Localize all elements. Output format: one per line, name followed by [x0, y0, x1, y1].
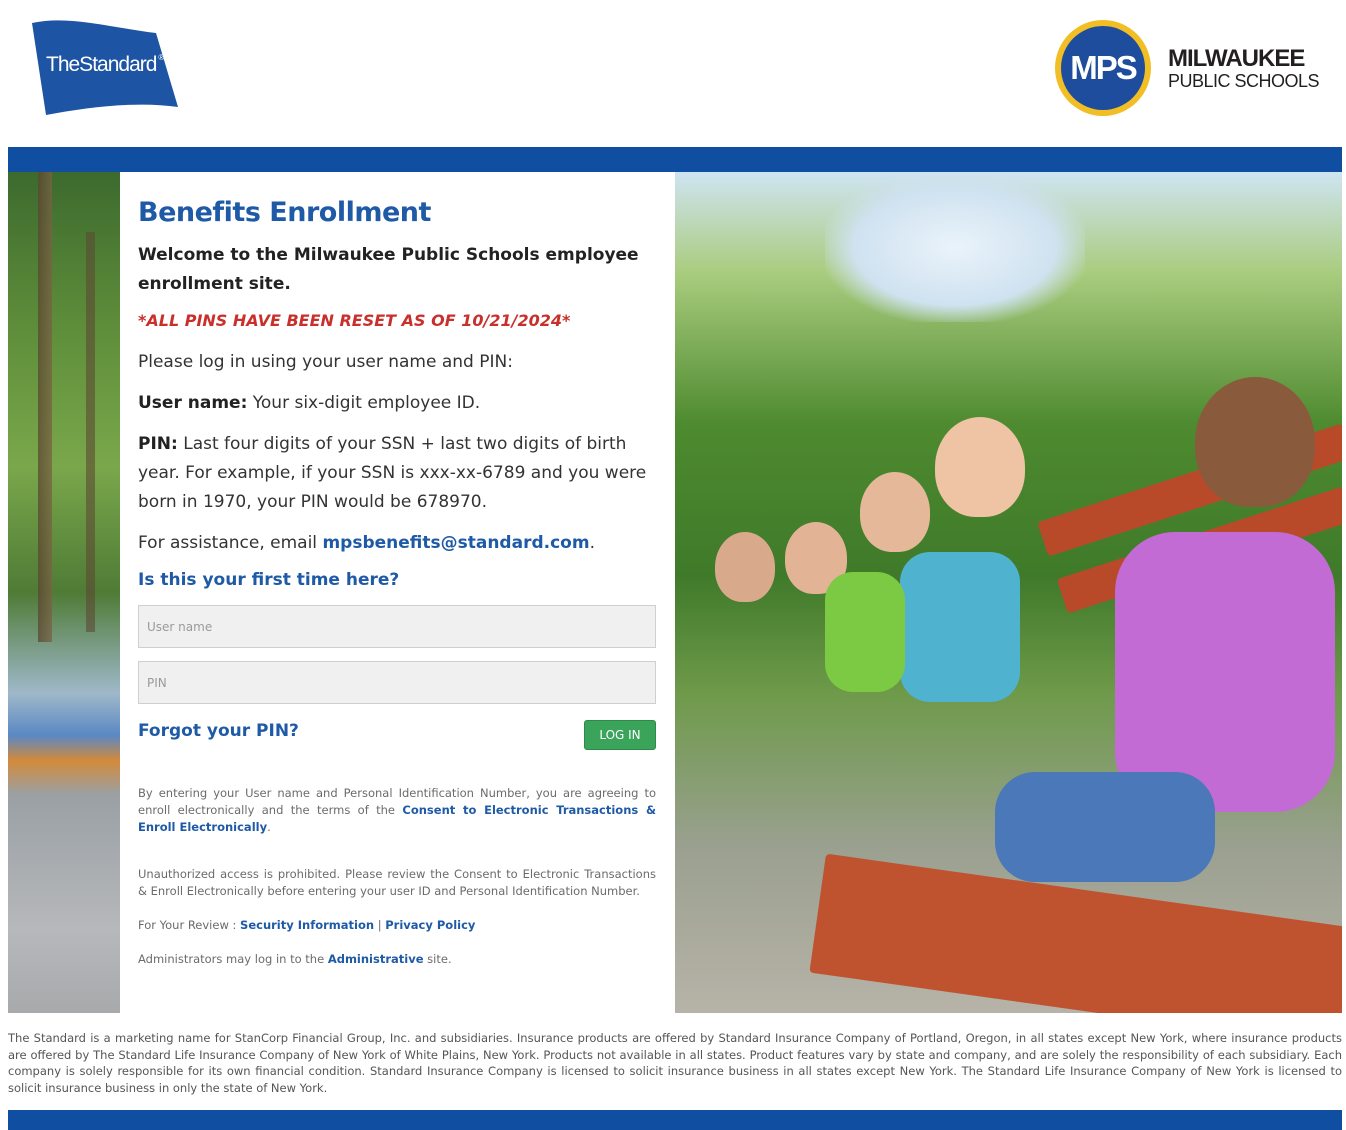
- tree-trunk: [38, 172, 52, 642]
- assistance-text: For assistance, email mpsbenefits@standa…: [138, 529, 656, 558]
- child-figure: [935, 417, 1025, 517]
- child-figure: [1195, 377, 1315, 507]
- unauthorized-notice: Unauthorized access is prohibited. Pleas…: [138, 867, 656, 898]
- admin-suffix: site.: [423, 952, 452, 966]
- mps-logo-text: MPS: [1061, 26, 1145, 110]
- child-shirt: [900, 552, 1020, 702]
- child-figure: [715, 532, 775, 602]
- review-prefix: For Your Review :: [138, 918, 241, 932]
- enrollment-panel: Benefits Enrollment Welcome to the Milwa…: [120, 172, 675, 1013]
- header: TheStandard ® MPS MILWAUKEE PUBLIC SCHOOL…: [8, 0, 1342, 147]
- first-time-link[interactable]: Is this your first time here?: [138, 570, 656, 590]
- admin-text: Administrators may log in to the Adminis…: [138, 951, 656, 968]
- link-separator: |: [374, 918, 386, 932]
- top-brand-bar: [8, 147, 1342, 172]
- pin-reset-notice: *ALL PINS HAVE BEEN RESET AS OF 10/21/20…: [138, 311, 571, 330]
- child-shirt: [825, 572, 905, 692]
- tree-trunk: [86, 232, 95, 632]
- login-button[interactable]: LOG IN: [584, 720, 656, 750]
- child-shorts: [995, 772, 1215, 882]
- park-photo-left: [8, 172, 120, 1013]
- pin-input[interactable]: [138, 661, 656, 704]
- security-information-link[interactable]: Security Information: [240, 918, 374, 932]
- username-description: Your six-digit employee ID.: [247, 393, 481, 413]
- username-instructions: User name: Your six-digit employee ID.: [138, 389, 656, 418]
- assistance-suffix: .: [589, 533, 595, 553]
- agreement-suffix: .: [267, 820, 271, 834]
- admin-prefix: Administrators may log in to the: [138, 952, 328, 966]
- login-row: Forgot your PIN? LOG IN: [138, 718, 656, 762]
- main-section: Benefits Enrollment Welcome to the Milwa…: [8, 172, 1342, 1013]
- privacy-policy-link[interactable]: Privacy Policy: [385, 918, 475, 932]
- the-standard-logo-text: TheStandard ®: [46, 53, 164, 76]
- login-intro: Please log in using your user name and P…: [138, 352, 513, 372]
- pin-label: PIN:: [138, 434, 178, 454]
- mps-name-line2: PUBLIC SCHOOLS: [1168, 71, 1320, 91]
- pin-description: Last four digits of your SSN + last two …: [138, 434, 647, 512]
- the-standard-logo: TheStandard ®: [28, 15, 183, 117]
- administrative-link[interactable]: Administrative: [328, 952, 424, 966]
- welcome-message: Welcome to the Milwaukee Public Schools …: [138, 245, 639, 294]
- child-shirt: [1115, 532, 1335, 812]
- enrollment-content: Benefits Enrollment Welcome to the Milwa…: [138, 197, 656, 968]
- pin-instructions: PIN: Last four digits of your SSN + last…: [138, 430, 656, 517]
- forgot-pin-link[interactable]: Forgot your PIN?: [138, 721, 299, 741]
- assistance-email-link[interactable]: mpsbenefits@standard.com: [322, 533, 589, 553]
- children-on-bench-photo: [675, 172, 1342, 1013]
- agreement-text: By entering your User name and Personal …: [138, 785, 656, 836]
- milwaukee-public-schools-name: MILWAUKEE PUBLIC SCHOOLS: [1168, 45, 1320, 92]
- username-label: User name:: [138, 393, 248, 413]
- page-title: Benefits Enrollment: [138, 197, 431, 228]
- bottom-brand-bar: [8, 1110, 1342, 1130]
- page-frame: TheStandard ® MPS MILWAUKEE PUBLIC SCHOOL…: [8, 0, 1342, 1130]
- review-links: For Your Review : Security Information |…: [138, 917, 656, 934]
- username-input[interactable]: [138, 605, 656, 648]
- mps-name-line1: MILWAUKEE: [1168, 45, 1305, 72]
- assistance-prefix: For assistance, email: [138, 533, 323, 553]
- child-figure: [860, 472, 930, 552]
- footer-disclaimer: The Standard is a marketing name for Sta…: [8, 1031, 1342, 1095]
- photo-sky: [825, 172, 1085, 322]
- mps-logo: MPS: [1055, 20, 1151, 116]
